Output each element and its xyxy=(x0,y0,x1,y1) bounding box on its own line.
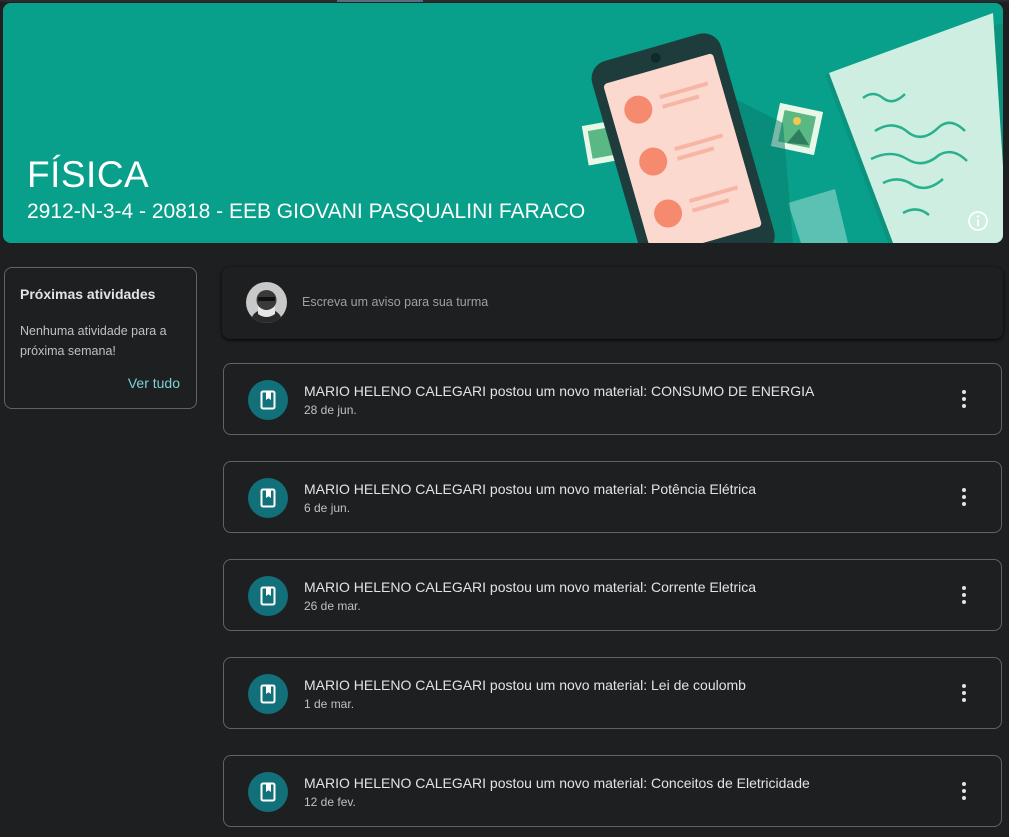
stream-post[interactable]: MARIO HELENO CALEGARI postou um novo mat… xyxy=(223,559,1002,631)
post-title: MARIO HELENO CALEGARI postou um novo mat… xyxy=(304,579,757,595)
material-icon-badge xyxy=(248,576,288,616)
announcement-placeholder: Escreva um aviso para sua turma xyxy=(302,295,489,309)
post-date: 1 de mar. xyxy=(304,697,355,711)
upcoming-activities-card: Próximas atividades Nenhuma atividade pa… xyxy=(4,267,197,409)
upcoming-empty-text: Nenhuma atividade para a próxima semana! xyxy=(20,324,167,358)
post-title: MARIO HELENO CALEGARI postou um novo mat… xyxy=(304,677,746,693)
material-icon-badge xyxy=(248,478,288,518)
stream-post[interactable]: MARIO HELENO CALEGARI postou um novo mat… xyxy=(223,657,1002,729)
active-tab-indicator xyxy=(337,0,423,2)
more-vert-icon[interactable] xyxy=(949,387,979,413)
more-vert-icon[interactable] xyxy=(949,583,979,609)
class-subtitle: 2912-N-3-4 - 20818 - EEB GIOVANI PASQUAL… xyxy=(27,200,586,223)
material-icon-badge xyxy=(248,772,288,812)
announcement-composer[interactable]: Escreva um aviso para sua turma xyxy=(222,267,1003,339)
post-title: MARIO HELENO CALEGARI postou um novo mat… xyxy=(304,481,757,497)
stream-post[interactable]: MARIO HELENO CALEGARI postou um novo mat… xyxy=(223,755,1002,827)
class-title: FÍSICA xyxy=(27,154,150,195)
book-icon xyxy=(260,782,276,802)
book-icon xyxy=(260,684,276,704)
book-icon xyxy=(260,586,276,606)
book-icon xyxy=(260,390,276,410)
more-vert-icon[interactable] xyxy=(949,779,979,805)
post-date: 28 de jun. xyxy=(304,403,357,417)
post-date: 6 de jun. xyxy=(304,501,351,515)
stream-post[interactable]: MARIO HELENO CALEGARI postou um novo mat… xyxy=(223,461,1002,533)
material-icon-badge xyxy=(248,380,288,420)
post-title: MARIO HELENO CALEGARI postou um novo mat… xyxy=(304,383,815,399)
more-vert-icon[interactable] xyxy=(949,681,979,707)
view-all-link[interactable]: Ver tudo xyxy=(128,375,180,391)
post-date: 26 de mar. xyxy=(304,599,361,613)
stream-post[interactable]: MARIO HELENO CALEGARI postou um novo mat… xyxy=(223,363,1002,435)
class-banner: FÍSICA 2912-N-3-4 - 20818 - EEB GIOVANI … xyxy=(3,3,1003,243)
top-tab-strip xyxy=(0,0,1009,2)
book-icon xyxy=(260,488,276,508)
post-title: MARIO HELENO CALEGARI postou um novo mat… xyxy=(304,775,810,791)
more-vert-icon[interactable] xyxy=(949,485,979,511)
user-avatar xyxy=(246,282,287,323)
info-icon[interactable] xyxy=(965,208,991,234)
upcoming-heading: Próximas atividades xyxy=(20,286,156,302)
post-date: 12 de fev. xyxy=(304,795,356,809)
material-icon-badge xyxy=(248,674,288,714)
